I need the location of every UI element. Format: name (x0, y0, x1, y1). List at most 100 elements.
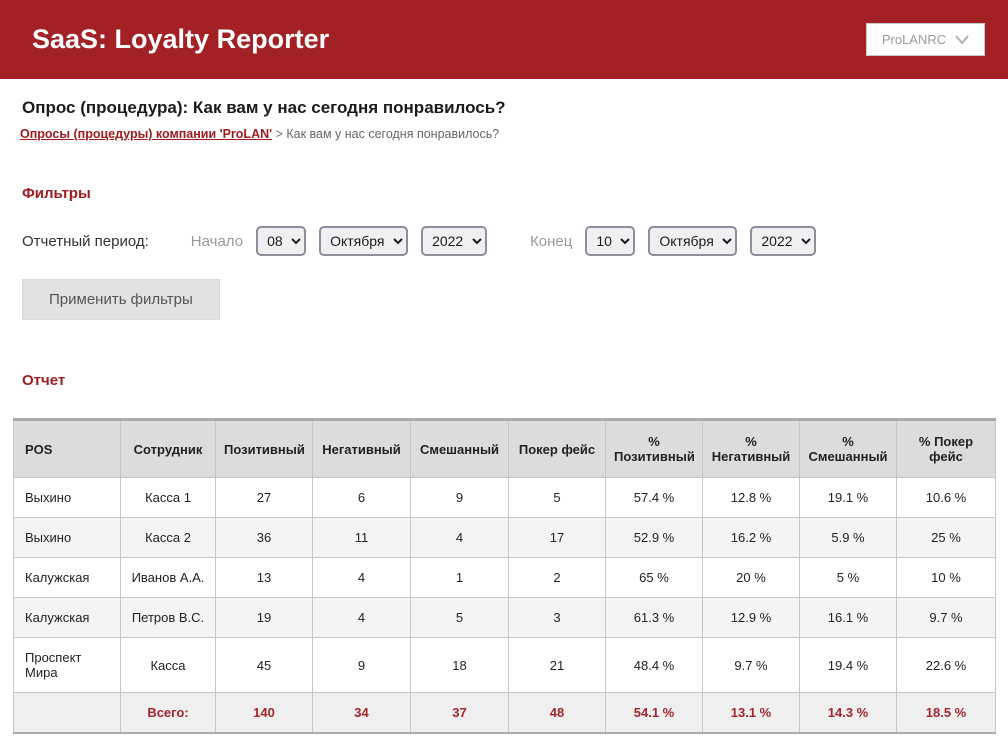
table-header-cell: Сотрудник (121, 420, 216, 478)
table-header-cell: Негативный (313, 420, 411, 478)
start-month-select[interactable]: Октября (319, 226, 408, 256)
table-cell: Касса 1 (121, 478, 216, 518)
table-cell: 9.7 % (703, 638, 800, 693)
chevron-down-icon (955, 35, 969, 44)
table-row: ВыхиноКасса 2361141752.9 %16.2 %5.9 %25 … (14, 518, 996, 558)
table-cell: 17 (509, 518, 606, 558)
end-day-select[interactable]: 10 (585, 226, 635, 256)
total-row: Всего:14034374854.1 %13.1 %14.3 %18.5 % (14, 693, 996, 734)
table-cell: 12.8 % (703, 478, 800, 518)
table-row: КалужскаяПетров В.С.1945361.3 %12.9 %16.… (14, 598, 996, 638)
table-cell: Выхино (14, 478, 121, 518)
table-header-cell: % Позитивный (606, 420, 703, 478)
table-cell: Касса 2 (121, 518, 216, 558)
table-cell: 6 (313, 478, 411, 518)
table-cell: 12.9 % (703, 598, 800, 638)
table-cell: 5.9 % (800, 518, 897, 558)
table-cell: 54.1 % (606, 693, 703, 734)
table-cell: 16.1 % (800, 598, 897, 638)
table-cell: 22.6 % (897, 638, 996, 693)
report-period-label: Отчетный период: (22, 233, 149, 250)
table-cell: 20 % (703, 558, 800, 598)
breadcrumb-current: Как вам у нас сегодня понравилось? (286, 127, 499, 141)
table-cell: 25 % (897, 518, 996, 558)
table-cell: 34 (313, 693, 411, 734)
table-cell: 9 (313, 638, 411, 693)
table-cell: 61.3 % (606, 598, 703, 638)
table-header-cell: POS (14, 420, 121, 478)
table-cell: Выхино (14, 518, 121, 558)
app-header-bar: SaaS: Loyalty Reporter ProLANRC (0, 0, 1008, 79)
table-cell: 48 (509, 693, 606, 734)
table-cell: 9.7 % (897, 598, 996, 638)
start-label: Начало (191, 233, 243, 250)
table-cell: 5 (411, 598, 509, 638)
breadcrumb-link[interactable]: Опросы (процедуры) компании 'ProLAN' (20, 127, 272, 141)
table-row: Проспект МираКасса459182148.4 %9.7 %19.4… (14, 638, 996, 693)
table-header-cell: Покер фейс (509, 420, 606, 478)
table-cell: 27 (216, 478, 313, 518)
table-cell: 1 (411, 558, 509, 598)
end-year-select[interactable]: 2022 (750, 226, 816, 256)
table-cell: Всего: (121, 693, 216, 734)
table-cell: 3 (509, 598, 606, 638)
table-cell: 19.1 % (800, 478, 897, 518)
table-cell: 16.2 % (703, 518, 800, 558)
table-cell: 21 (509, 638, 606, 693)
table-cell: 37 (411, 693, 509, 734)
table-cell: 36 (216, 518, 313, 558)
table-cell: 52.9 % (606, 518, 703, 558)
end-month-select[interactable]: Октября (648, 226, 737, 256)
table-cell: 4 (313, 598, 411, 638)
table-header-cell: % Негативный (703, 420, 800, 478)
table-cell: 140 (216, 693, 313, 734)
table-cell: 65 % (606, 558, 703, 598)
table-row: ВыхиноКасса 12769557.4 %12.8 %19.1 %10.6… (14, 478, 996, 518)
page-content: Опрос (процедура): Как вам у нас сегодня… (0, 98, 1008, 734)
table-cell: 4 (411, 518, 509, 558)
table-cell: 19.4 % (800, 638, 897, 693)
start-year-select[interactable]: 2022 (421, 226, 487, 256)
company-selector[interactable]: ProLANRC (866, 23, 985, 56)
table-cell: Калужская (14, 598, 121, 638)
table-cell: Петров В.С. (121, 598, 216, 638)
report-table-body: ВыхиноКасса 12769557.4 %12.8 %19.1 %10.6… (14, 478, 996, 734)
table-cell: 13.1 % (703, 693, 800, 734)
breadcrumb-separator: > (272, 127, 286, 141)
table-cell: Касса (121, 638, 216, 693)
table-header-row: POSСотрудникПозитивныйНегативныйСмешанны… (14, 420, 996, 478)
table-cell: Иванов А.А. (121, 558, 216, 598)
table-cell: 11 (313, 518, 411, 558)
end-label: Конец (530, 233, 572, 250)
table-cell: 10.6 % (897, 478, 996, 518)
app-title: SaaS: Loyalty Reporter (32, 24, 329, 55)
table-cell: 14.3 % (800, 693, 897, 734)
table-cell: 4 (313, 558, 411, 598)
filters-heading: Фильтры (22, 185, 986, 202)
report-table: POSСотрудникПозитивныйНегативныйСмешанны… (13, 418, 996, 734)
table-header-cell: % Покер фейс (897, 420, 996, 478)
table-cell: 2 (509, 558, 606, 598)
table-header-cell: Смешанный (411, 420, 509, 478)
table-cell: 5 (509, 478, 606, 518)
report-heading: Отчет (22, 372, 986, 389)
table-header-cell: % Смешанный (800, 420, 897, 478)
table-row: КалужскаяИванов А.А.1341265 %20 %5 %10 % (14, 558, 996, 598)
table-header-cell: Позитивный (216, 420, 313, 478)
apply-filters-button[interactable]: Применить фильтры (22, 279, 220, 320)
table-cell: 18 (411, 638, 509, 693)
table-cell (14, 693, 121, 734)
table-cell: 9 (411, 478, 509, 518)
report-period-row: Отчетный период: Начало 08 Октября 2022 … (22, 226, 986, 256)
table-cell: 48.4 % (606, 638, 703, 693)
table-cell: 57.4 % (606, 478, 703, 518)
table-cell: 5 % (800, 558, 897, 598)
table-cell: 13 (216, 558, 313, 598)
table-cell: 18.5 % (897, 693, 996, 734)
page-title: Опрос (процедура): Как вам у нас сегодня… (22, 98, 986, 118)
table-cell: Проспект Мира (14, 638, 121, 693)
start-day-select[interactable]: 08 (256, 226, 306, 256)
table-cell: 10 % (897, 558, 996, 598)
company-selector-value: ProLANRC (882, 32, 946, 47)
breadcrumb: Опросы (процедуры) компании 'ProLAN' > К… (20, 127, 986, 141)
